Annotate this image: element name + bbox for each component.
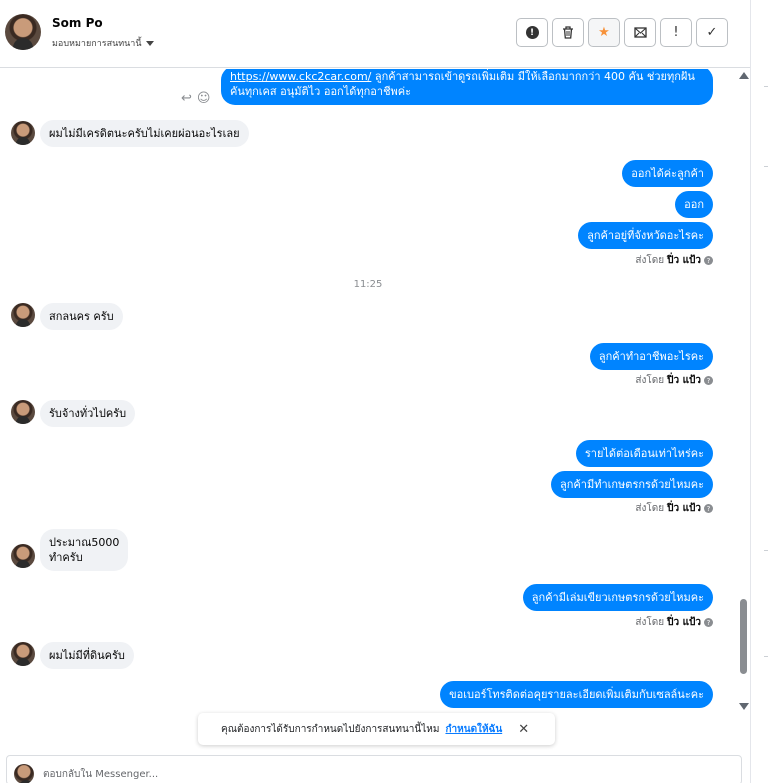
info-icon[interactable]: ? xyxy=(704,256,713,265)
message-link[interactable]: https://www.ckc2car.com/ xyxy=(230,70,371,83)
envelope-icon xyxy=(633,27,647,38)
agent-avatar xyxy=(14,764,34,783)
contact-avatar[interactable] xyxy=(5,14,41,50)
assign-prompt-toast: คุณต้องการได้รับการกำหนดไปยังการสนทนานี้… xyxy=(198,713,555,745)
outgoing-message: ลูกค้ามีทำเกษตรกรด้วยไหมคะ xyxy=(551,471,713,498)
star-button[interactable]: ★ xyxy=(588,18,620,47)
message-tools: ↩ ☺ xyxy=(181,91,210,106)
spam-button[interactable]: ! xyxy=(516,18,548,47)
contact-name[interactable]: Som Po xyxy=(52,16,103,30)
reply-input-placeholder[interactable]: ตอบกลับใน Messenger... xyxy=(43,767,158,782)
follow-up-button[interactable]: ! xyxy=(660,18,692,47)
toast-text: คุณต้องการได้รับการกำหนดไปยังการสนทนานี้… xyxy=(221,723,440,735)
contact-avatar-small xyxy=(11,642,35,666)
close-icon[interactable]: ✕ xyxy=(518,722,529,737)
delete-button[interactable] xyxy=(552,18,584,47)
outgoing-message: ออกได้ค่ะลูกค้า xyxy=(622,160,713,187)
message-thread[interactable]: https://www.ckc2car.com/ ลูกค้าสามารถเข้… xyxy=(0,69,736,714)
sent-by-label: ส่งโดย ปิ่ว แป้ว? xyxy=(635,253,713,268)
info-icon[interactable]: ? xyxy=(704,618,713,627)
sent-by-label: ส่งโดย ปิ่ว แป้ว? xyxy=(635,615,713,630)
contact-avatar-small xyxy=(11,544,35,568)
incoming-message: ผมไม่มีเครดิตนะครับไม่เคยผ่อนอะไรเลย xyxy=(40,120,249,147)
incoming-message: สกลนคร ครับ xyxy=(40,303,123,330)
outgoing-message: https://www.ckc2car.com/ ลูกค้าสามารถเข้… xyxy=(221,69,713,105)
incoming-message: ผมไม่มีที่ดินครับ xyxy=(40,642,134,669)
reply-icon[interactable]: ↩ xyxy=(181,91,192,106)
done-button[interactable]: ✓ xyxy=(696,18,728,47)
outgoing-message: ออก xyxy=(675,191,713,218)
outgoing-message: ลูกค้ามีเล่มเขียวเกษตรกรด้วยไหมคะ xyxy=(522,584,713,611)
conversation-actions: ! ★ ! ✓ xyxy=(516,18,728,47)
reply-composer[interactable]: ตอบกลับใน Messenger... xyxy=(6,755,742,783)
incoming-message: ประมาณ5000 ทำครับ xyxy=(40,529,129,571)
contact-avatar-small xyxy=(11,400,35,424)
sent-by-label: ส่งโดย ปิ่ว แป้ว? xyxy=(635,373,713,388)
conversation-header: Som Po มอบหมายการสนทนานี้ ! ★ ! ✓ xyxy=(0,0,750,68)
check-icon: ✓ xyxy=(706,25,718,40)
sent-by-label: ส่งโดย ปิ่ว แป้ว? xyxy=(635,501,713,516)
outgoing-message: ขอเบอร์โทรติดต่อคุยรายละเอียดเพิ่มเติมกั… xyxy=(440,681,713,708)
timestamp-separator: 11:25 xyxy=(353,279,383,290)
outgoing-message: ลูกค้าทำอาชีพอะไรคะ xyxy=(589,343,713,370)
outgoing-message: ลูกค้าอยู่ที่จังหวัดอะไรคะ xyxy=(578,222,713,249)
info-icon[interactable]: ? xyxy=(704,376,713,385)
assign-dropdown[interactable]: มอบหมายการสนทนานี้ xyxy=(52,36,154,50)
scroll-thumb[interactable] xyxy=(740,599,747,674)
exclamation-icon: ! xyxy=(673,25,679,40)
info-icon[interactable]: ? xyxy=(704,504,713,513)
mark-unread-button[interactable] xyxy=(624,18,656,47)
trash-icon xyxy=(563,26,573,39)
alert-circle-icon: ! xyxy=(525,26,539,39)
contact-avatar-small xyxy=(11,303,35,327)
chevron-down-icon xyxy=(145,40,154,46)
thread-scrollbar[interactable] xyxy=(737,69,750,714)
assign-label: มอบหมายการสนทนานี้ xyxy=(52,39,142,49)
scroll-down-arrow[interactable] xyxy=(739,703,749,710)
scroll-up-arrow[interactable] xyxy=(739,72,749,79)
incoming-message: รับจ้างทั่วไปครับ xyxy=(40,400,136,427)
assign-to-me-link[interactable]: กำหนดให้ฉัน xyxy=(445,722,502,737)
contact-avatar-small xyxy=(11,121,35,145)
star-icon: ★ xyxy=(598,25,610,40)
right-panel-edge xyxy=(750,0,768,783)
outgoing-message: รายได้ต่อเดือนเท่าไหร่คะ xyxy=(575,440,713,467)
emoji-icon[interactable]: ☺ xyxy=(197,91,211,106)
